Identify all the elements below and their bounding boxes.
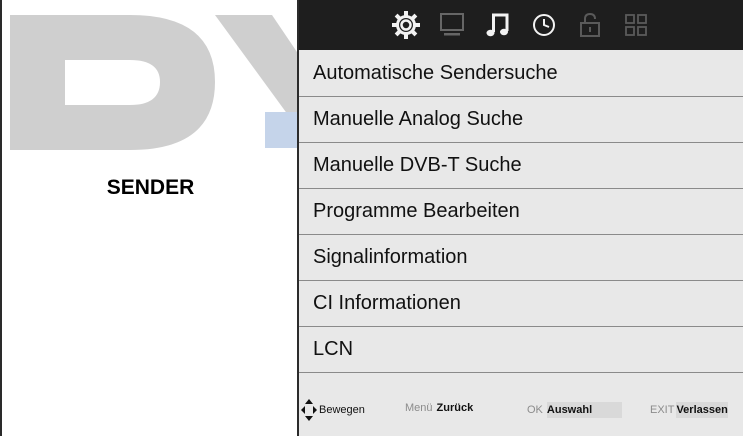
menu-panel: Automatische Sendersuche Manuelle Analog… [297,0,743,436]
hint-back-key: Menü [405,402,433,414]
hint-move: Bewegen [301,399,365,421]
section-title: SENDER [106,176,195,199]
menu-item-ci-info[interactable]: CI Informationen [299,281,743,327]
hint-back: Menü Zurück [405,402,473,414]
brand-logo [10,15,299,150]
hint-select: OK Auswahl [527,402,623,418]
clock-icon [533,14,555,36]
hint-exit: EXIT Verlassen [650,402,728,418]
music-note-icon [486,13,509,37]
tab-time[interactable] [521,0,567,50]
hint-select-key: OK [527,404,543,416]
grid-icon [625,14,647,36]
tab-apps[interactable] [613,0,659,50]
menu-item-manual-dvbt[interactable]: Manuelle DVB-T Suche [299,143,743,189]
hint-select-label: Auswahl [546,402,623,418]
nav-arrows-icon [301,399,317,421]
hint-back-label: Zurück [436,402,474,414]
logo-letter-d [10,15,215,150]
monitor-icon [440,13,464,36]
menu-item-signal-info[interactable]: Signalinformation [299,235,743,281]
menu-item-lcn[interactable]: LCN [299,327,743,373]
tab-picture[interactable] [429,0,475,50]
tab-settings[interactable] [383,0,429,50]
tab-sound[interactable] [475,0,521,50]
lock-icon [580,12,600,37]
hint-exit-label: Verlassen [676,402,728,418]
sender-menu-list: Automatische Sendersuche Manuelle Analog… [299,50,743,373]
hint-exit-key: EXIT [650,404,675,416]
hint-move-label: Bewegen [319,404,365,416]
menu-item-auto-scan[interactable]: Automatische Sendersuche [299,50,743,97]
category-tab-bar [299,0,743,50]
gear-icon [392,11,420,39]
menu-item-manual-analog[interactable]: Manuelle Analog Suche [299,97,743,143]
left-panel: SENDER [0,0,299,436]
key-hint-bar: Bewegen Menü Zurück OK Auswahl EXIT Verl… [299,394,743,436]
tab-lock[interactable] [567,0,613,50]
logo-accent-square [265,112,299,148]
menu-item-program-edit[interactable]: Programme Bearbeiten [299,189,743,235]
